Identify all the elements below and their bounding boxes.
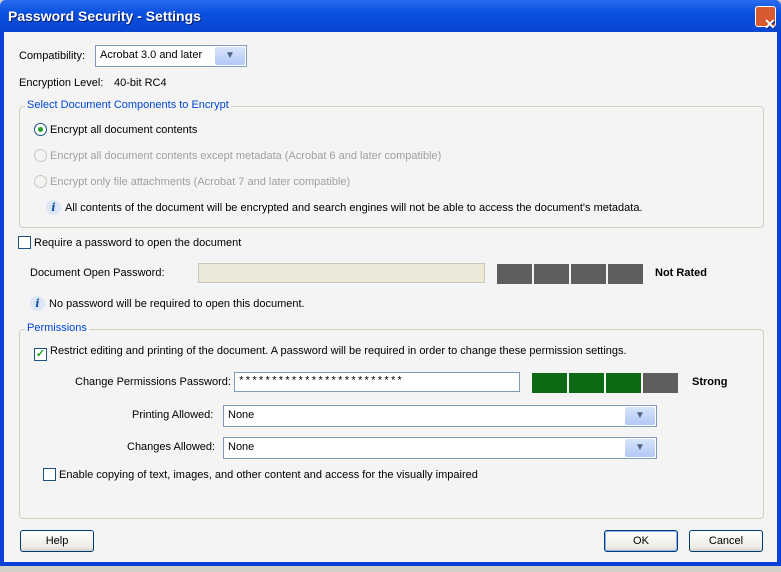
- dialog-window: Password Security - Settings ✕ Compatibi…: [0, 0, 781, 566]
- compatibility-label: Compatibility:: [19, 50, 86, 62]
- dialog-content: Compatibility: Acrobat 3.0 and later ▼ En…: [4, 32, 777, 562]
- checkbox-label: Restrict editing and printing of the doc…: [50, 345, 627, 357]
- radio-label: Encrypt all document contents except met…: [50, 150, 442, 162]
- help-button[interactable]: Help: [20, 530, 94, 552]
- radio-icon: [34, 149, 47, 162]
- radio-encrypt-except-metadata[interactable]: Encrypt all document contents except met…: [34, 149, 441, 162]
- cancel-button[interactable]: Cancel: [689, 530, 763, 552]
- info-icon: i: [46, 200, 61, 215]
- permissions-password-strength-meter: [532, 373, 678, 393]
- checkmark-icon: ✓: [34, 348, 47, 361]
- radio-encrypt-attachments[interactable]: Encrypt only file attachments (Acrobat 7…: [34, 175, 350, 188]
- permissions-password-rating: Strong: [692, 376, 728, 388]
- radio-icon: [34, 123, 47, 136]
- checkbox-icon: [43, 468, 56, 481]
- radio-encrypt-all[interactable]: Encrypt all document contents: [34, 123, 197, 136]
- chevron-down-icon: ▼: [625, 407, 655, 425]
- changes-allowed-select[interactable]: None ▼: [223, 437, 657, 459]
- enable-copying-checkbox[interactable]: Enable copying of text, images, and othe…: [43, 468, 478, 481]
- changes-allowed-value: None: [228, 441, 255, 453]
- permissions-password-input[interactable]: *************************: [234, 372, 520, 392]
- compatibility-select[interactable]: Acrobat 3.0 and later ▼: [95, 45, 247, 67]
- radio-label: Encrypt all document contents: [50, 124, 198, 136]
- radio-label: Encrypt only file attachments (Acrobat 7…: [50, 176, 351, 188]
- printing-allowed-select[interactable]: None ▼: [223, 405, 657, 427]
- open-password-label: Document Open Password:: [30, 267, 165, 279]
- printing-allowed-value: None: [228, 409, 255, 421]
- checkbox-label: Require a password to open the document: [34, 237, 242, 249]
- chevron-down-icon: ▼: [215, 47, 245, 65]
- checkbox-label: Enable copying of text, images, and othe…: [59, 469, 478, 481]
- permissions-password-label: Change Permissions Password:: [75, 376, 231, 388]
- encryption-level-value: 40-bit RC4: [114, 77, 167, 89]
- compatibility-value: Acrobat 3.0 and later: [100, 49, 203, 61]
- open-password-info: i No password will be required to open th…: [30, 296, 305, 311]
- restrict-editing-checkbox[interactable]: ✓ Restrict editing and printing of the do…: [34, 345, 627, 361]
- info-text: No password will be required to open thi…: [49, 298, 305, 310]
- chevron-down-icon: ▼: [625, 439, 655, 457]
- open-password-input[interactable]: [198, 263, 485, 283]
- info-icon: i: [30, 296, 45, 311]
- ok-button[interactable]: OK: [604, 530, 678, 552]
- permissions-legend: Permissions: [25, 322, 89, 334]
- components-info: i All contents of the document will be en…: [46, 200, 643, 215]
- open-password-rating: Not Rated: [655, 267, 707, 279]
- encryption-level-label: Encryption Level:: [19, 77, 104, 89]
- changes-allowed-label: Changes Allowed:: [127, 441, 216, 453]
- radio-icon: [34, 175, 47, 188]
- checkbox-icon: [18, 236, 31, 249]
- open-password-strength-meter: [497, 264, 643, 284]
- printing-allowed-label: Printing Allowed:: [132, 409, 214, 421]
- components-legend: Select Document Components to Encrypt: [25, 99, 231, 111]
- require-open-password-checkbox[interactable]: Require a password to open the document: [18, 236, 241, 249]
- info-text: All contents of the document will be enc…: [65, 202, 643, 214]
